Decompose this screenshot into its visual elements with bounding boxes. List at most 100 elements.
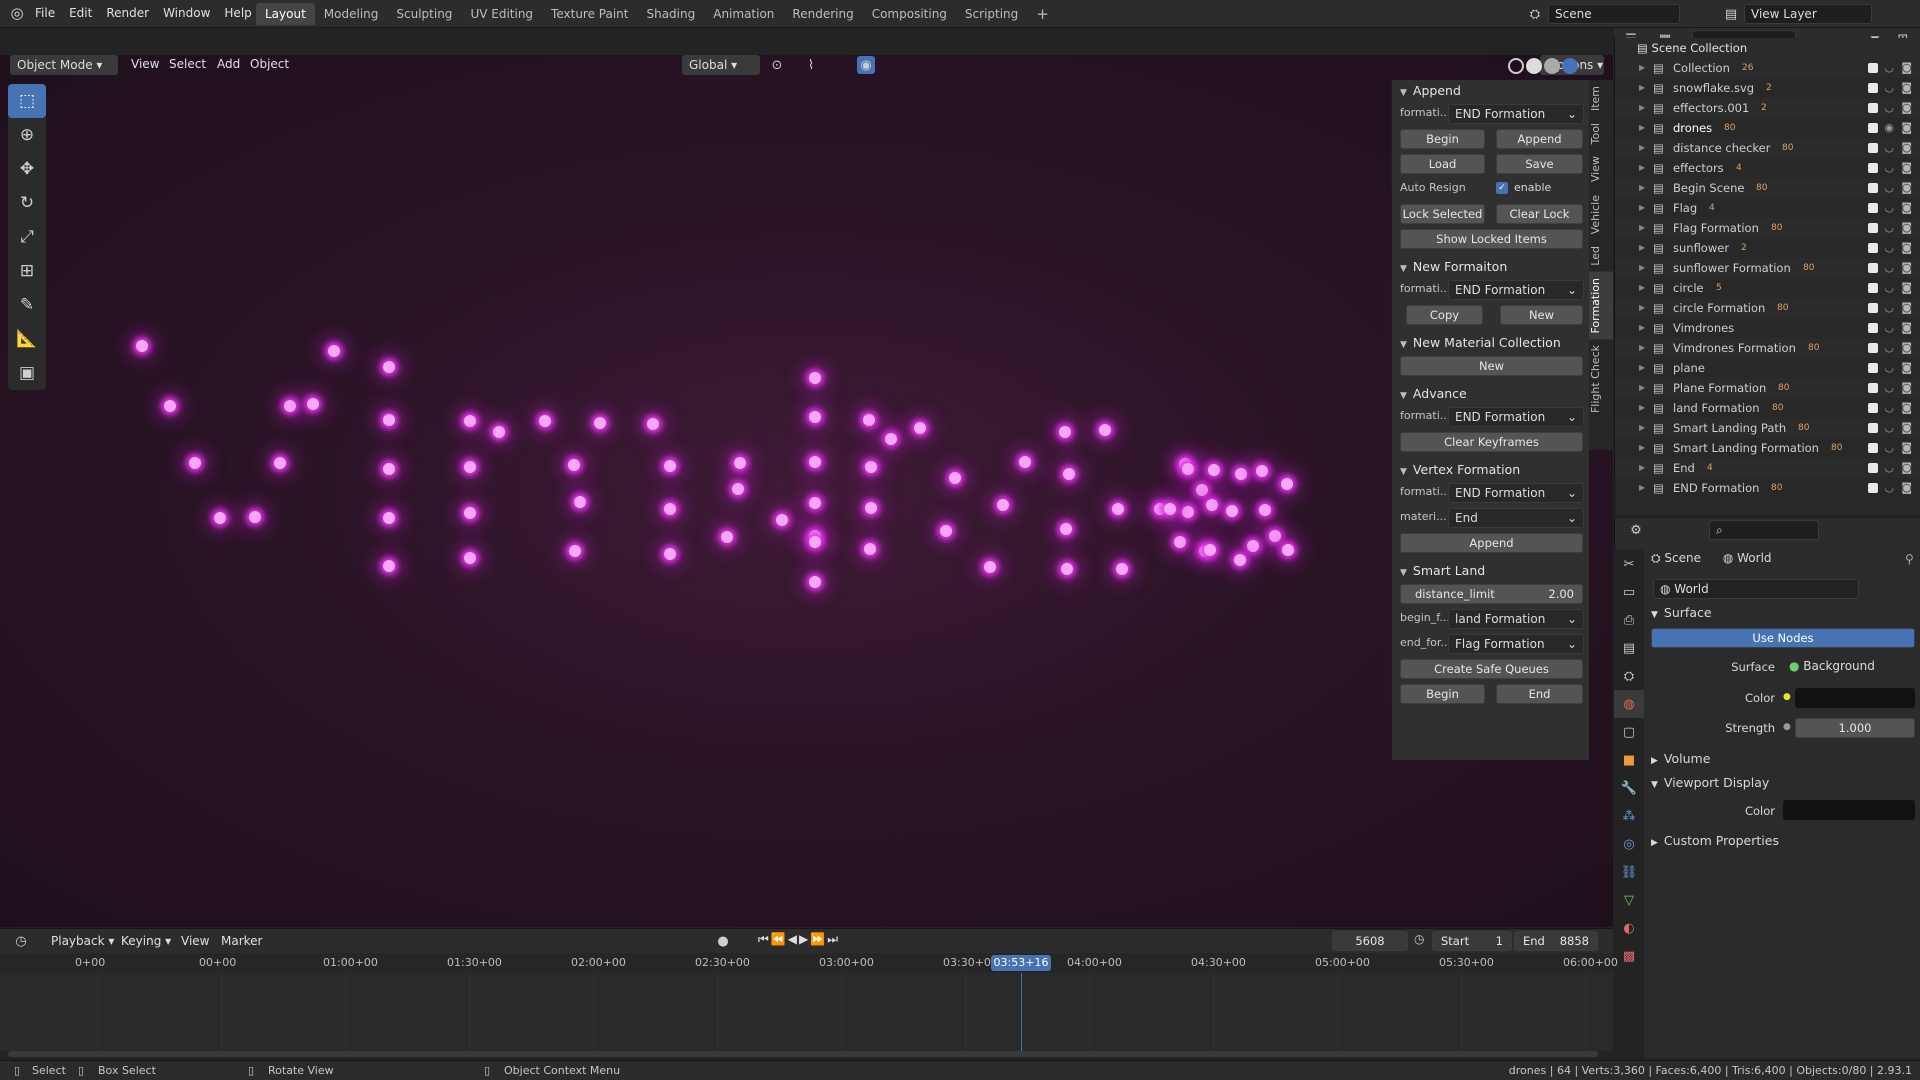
render-camera-icon[interactable]: ◙ (1901, 398, 1912, 418)
render-camera-icon[interactable]: ◙ (1901, 118, 1912, 138)
exclude-checkbox[interactable] (1868, 323, 1878, 333)
menu-edit[interactable]: Edit (62, 0, 99, 26)
render-camera-icon[interactable]: ◙ (1901, 318, 1912, 338)
disclosure-triangle-icon[interactable]: ▶ (1639, 278, 1645, 298)
record-icon[interactable]: ● (712, 930, 734, 952)
render-camera-icon[interactable]: ◙ (1901, 458, 1912, 478)
visibility-eye-icon[interactable]: ◡ (1884, 398, 1894, 418)
visibility-eye-icon[interactable]: ◡ (1884, 58, 1894, 78)
visibility-eye-icon[interactable]: ◡ (1884, 98, 1894, 118)
formation-select[interactable]: END Formation ⌄ (1448, 280, 1584, 300)
disclosure-triangle-icon[interactable]: ▶ (1639, 398, 1645, 418)
visibility-eye-icon[interactable]: ◡ (1884, 178, 1894, 198)
menu-timeline-view[interactable]: View (174, 929, 216, 953)
visibility-eye-icon[interactable]: ◡ (1884, 218, 1894, 238)
disclosure-triangle-icon[interactable]: ▶ (1639, 458, 1645, 478)
menu-playback[interactable]: Playback ▾ (44, 929, 121, 953)
outliner-row[interactable]: ▶ ▤ sunflower 2 ◡ ◙ (1615, 238, 1920, 258)
outliner-row[interactable]: ▶ ▤ plane ◡ ◙ (1615, 358, 1920, 378)
annotate-tool-icon[interactable]: ✎ (8, 288, 46, 322)
render-camera-icon[interactable]: ◙ (1901, 378, 1912, 398)
outliner-row[interactable]: ▶ ▤ snowflake.svg 2 ◡ ◙ (1615, 78, 1920, 98)
start-frame-field[interactable]: Start 1 (1432, 931, 1512, 951)
render-camera-icon[interactable]: ◙ (1901, 418, 1912, 438)
render-camera-icon[interactable]: ◙ (1901, 98, 1912, 118)
render-camera-icon[interactable]: ◙ (1901, 258, 1912, 278)
data-tab-icon[interactable]: ▽ (1614, 886, 1644, 914)
blender-logo-icon[interactable]: ◎ (8, 4, 26, 22)
outliner-row[interactable]: ▶ ▤ circle 5 ◡ ◙ (1615, 278, 1920, 298)
current-frame-field[interactable]: 5608 (1332, 931, 1408, 951)
add-cube-tool-icon[interactable]: ▣ (8, 356, 46, 390)
use-nodes-button[interactable]: Use Nodes (1651, 628, 1915, 648)
visibility-eye-icon[interactable]: ◡ (1884, 458, 1894, 478)
tab-modeling[interactable]: Modeling (315, 3, 388, 25)
object-tab-icon[interactable]: ■ (1614, 746, 1644, 774)
exclude-checkbox[interactable] (1868, 403, 1878, 413)
volume-section-header[interactable]: ▶ Volume (1651, 751, 1710, 766)
properties-editor-type-icon[interactable]: ⚙ (1625, 519, 1647, 541)
vertex-append-button[interactable]: Append (1400, 533, 1583, 553)
disclosure-triangle-icon[interactable]: ▶ (1639, 198, 1645, 218)
disclosure-triangle-icon[interactable]: ▶ (1639, 138, 1645, 158)
visibility-eye-icon[interactable]: ◡ (1884, 418, 1894, 438)
save-button[interactable]: Save (1496, 154, 1583, 174)
material-tab-icon[interactable]: ◐ (1614, 914, 1644, 942)
end-frame-field[interactable]: End 8858 (1514, 931, 1598, 951)
exclude-checkbox[interactable] (1868, 283, 1878, 293)
world-datablock-field[interactable]: ◍ World (1653, 579, 1859, 599)
visibility-eye-icon[interactable]: ◡ (1884, 478, 1894, 498)
timeline-ruler[interactable]: 0+00 00+00 01:00+00 01:30+00 02:00+00 02:30+0… (0, 953, 1618, 973)
tab-layout[interactable]: Layout (256, 3, 315, 25)
clock-icon[interactable]: ◷ (1414, 932, 1424, 946)
disclosure-triangle-icon[interactable]: ▶ (1639, 418, 1645, 438)
disclosure-triangle-icon[interactable]: ▶ (1639, 118, 1645, 138)
select-box-tool-icon[interactable]: ⬚ (8, 84, 46, 118)
next-key-icon[interactable]: ⏩ (810, 932, 825, 947)
timeline-area[interactable] (0, 973, 1613, 1051)
tool-settings-tab-icon[interactable]: ✂ (1614, 550, 1644, 578)
new-material-section-header[interactable]: ▼ New Material Collection (1392, 332, 1589, 354)
disclosure-triangle-icon[interactable]: ▶ (1639, 78, 1645, 98)
material-select[interactable]: End ⌄ (1448, 508, 1584, 528)
viewport-display-section-header[interactable]: ▼ Viewport Display (1651, 775, 1769, 790)
new-formation-section-header[interactable]: ▼ New Formaiton (1392, 256, 1589, 278)
physics-tab-icon[interactable]: ◎ (1614, 830, 1644, 858)
custom-properties-section-header[interactable]: ▶ Custom Properties (1651, 833, 1779, 848)
disclosure-triangle-icon[interactable]: ▶ (1639, 238, 1645, 258)
end-formation-select[interactable]: Flag Formation ⌄ (1448, 634, 1584, 654)
wireframe-shading-icon[interactable] (1508, 58, 1524, 74)
render-camera-icon[interactable]: ◙ (1901, 198, 1912, 218)
timeline-editor-type-icon[interactable]: ◷ (10, 930, 32, 952)
disclosure-triangle-icon[interactable]: ▶ (1639, 478, 1645, 498)
render-camera-icon[interactable]: ◙ (1901, 78, 1912, 98)
properties-search-input[interactable]: ⌕ (1709, 520, 1819, 540)
tab-formation[interactable]: Formation (1589, 271, 1613, 340)
render-tab-icon[interactable]: ▭ (1614, 578, 1644, 606)
surface-shader-field[interactable]: ● Background (1783, 657, 1893, 677)
proportional-edit-icon[interactable]: ◉ (857, 56, 875, 74)
exclude-checkbox[interactable] (1868, 223, 1878, 233)
tab-scripting[interactable]: Scripting (956, 3, 1027, 25)
outliner-row[interactable]: ▶ ▤ effectors.001 2 ◡ ◙ (1615, 98, 1920, 118)
exclude-checkbox[interactable] (1868, 103, 1878, 113)
scene-field[interactable]: Scene (1548, 4, 1680, 24)
new-material-button[interactable]: New (1400, 356, 1583, 376)
menu-select[interactable]: Select (162, 52, 213, 76)
clear-lock-button[interactable]: Clear Lock (1496, 204, 1583, 224)
particles-tab-icon[interactable]: ⁂ (1614, 802, 1644, 830)
constraints-tab-icon[interactable]: ⛓ (1614, 858, 1644, 886)
render-camera-icon[interactable]: ◙ (1901, 218, 1912, 238)
tab-uv-editing[interactable]: UV Editing (461, 3, 542, 25)
disclosure-triangle-icon[interactable]: ▶ (1639, 318, 1645, 338)
visibility-eye-icon[interactable]: ◡ (1884, 298, 1894, 318)
exclude-checkbox[interactable] (1868, 363, 1878, 373)
outliner-row[interactable]: ▶ ▤ effectors 4 ◡ ◙ (1615, 158, 1920, 178)
disclosure-triangle-icon[interactable]: ▶ (1639, 438, 1645, 458)
menu-help[interactable]: Help (217, 0, 258, 26)
outliner-row[interactable]: ▶ ▤ Plane Formation 80 ◡ ◙ (1615, 378, 1920, 398)
outliner-row[interactable]: ▶ ▤ Vimdrones ◡ ◙ (1615, 318, 1920, 338)
move-tool-icon[interactable]: ✥ (8, 152, 46, 186)
render-camera-icon[interactable]: ◙ (1901, 238, 1912, 258)
outliner-row[interactable]: ▶ ▤ Smart Landing Path 80 ◡ ◙ (1615, 418, 1920, 438)
